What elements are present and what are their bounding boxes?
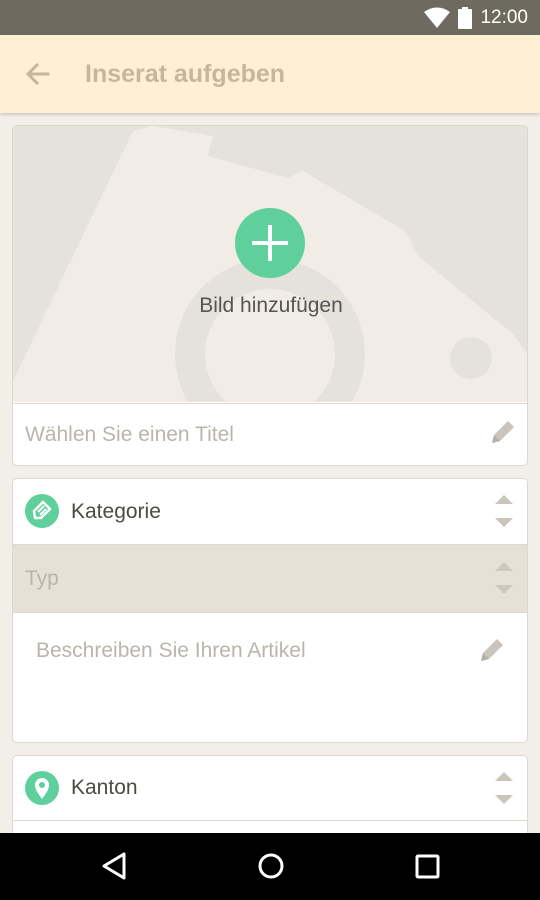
form-content: Bild hinzufügen Wählen Sie einen Titel K… (0, 113, 540, 833)
category-card: Kategorie Typ Beschreiben Sie Ihren Arti… (12, 478, 528, 743)
navigation-bar (0, 833, 540, 900)
divider (13, 820, 527, 821)
page-title: Inserat aufgeben (85, 60, 286, 88)
dropdown-arrows-icon (495, 772, 513, 804)
battery-icon (458, 7, 473, 29)
kanton-select[interactable]: Kanton (13, 756, 527, 820)
type-label: Typ (25, 566, 59, 590)
photo-title-card: Bild hinzufügen Wählen Sie einen Titel (12, 125, 528, 466)
type-select[interactable]: Typ (13, 544, 527, 613)
description-placeholder: Beschreiben Sie Ihren Artikel (36, 639, 306, 662)
back-triangle-icon[interactable] (100, 851, 128, 881)
map-pin-icon (25, 771, 59, 805)
location-card: Kanton (12, 755, 528, 833)
title-field[interactable]: Wählen Sie einen Titel (13, 403, 527, 465)
pencil-icon[interactable] (477, 635, 507, 665)
dropdown-arrows-icon (495, 562, 513, 594)
recents-square-icon[interactable] (414, 851, 442, 881)
description-field[interactable]: Beschreiben Sie Ihren Artikel (13, 613, 527, 742)
plus-icon (252, 225, 288, 261)
home-circle-icon[interactable] (256, 851, 286, 881)
dropdown-arrows-icon (495, 495, 513, 527)
photo-area[interactable]: Bild hinzufügen (13, 126, 527, 402)
category-select[interactable]: Kategorie (13, 479, 527, 544)
add-photo-label: Bild hinzufügen (199, 294, 343, 317)
app-bar: Inserat aufgeben (0, 35, 540, 113)
status-bar: 12:00 (0, 0, 540, 35)
clock: 12:00 (480, 7, 528, 28)
arrow-left-icon[interactable] (22, 58, 54, 90)
pencil-icon[interactable] (488, 417, 518, 447)
title-placeholder: Wählen Sie einen Titel (25, 423, 234, 446)
tag-icon (25, 494, 59, 528)
kanton-label: Kanton (71, 776, 138, 799)
category-label: Kategorie (71, 499, 161, 523)
wifi-icon (424, 7, 451, 28)
add-photo-button[interactable] (235, 208, 305, 278)
